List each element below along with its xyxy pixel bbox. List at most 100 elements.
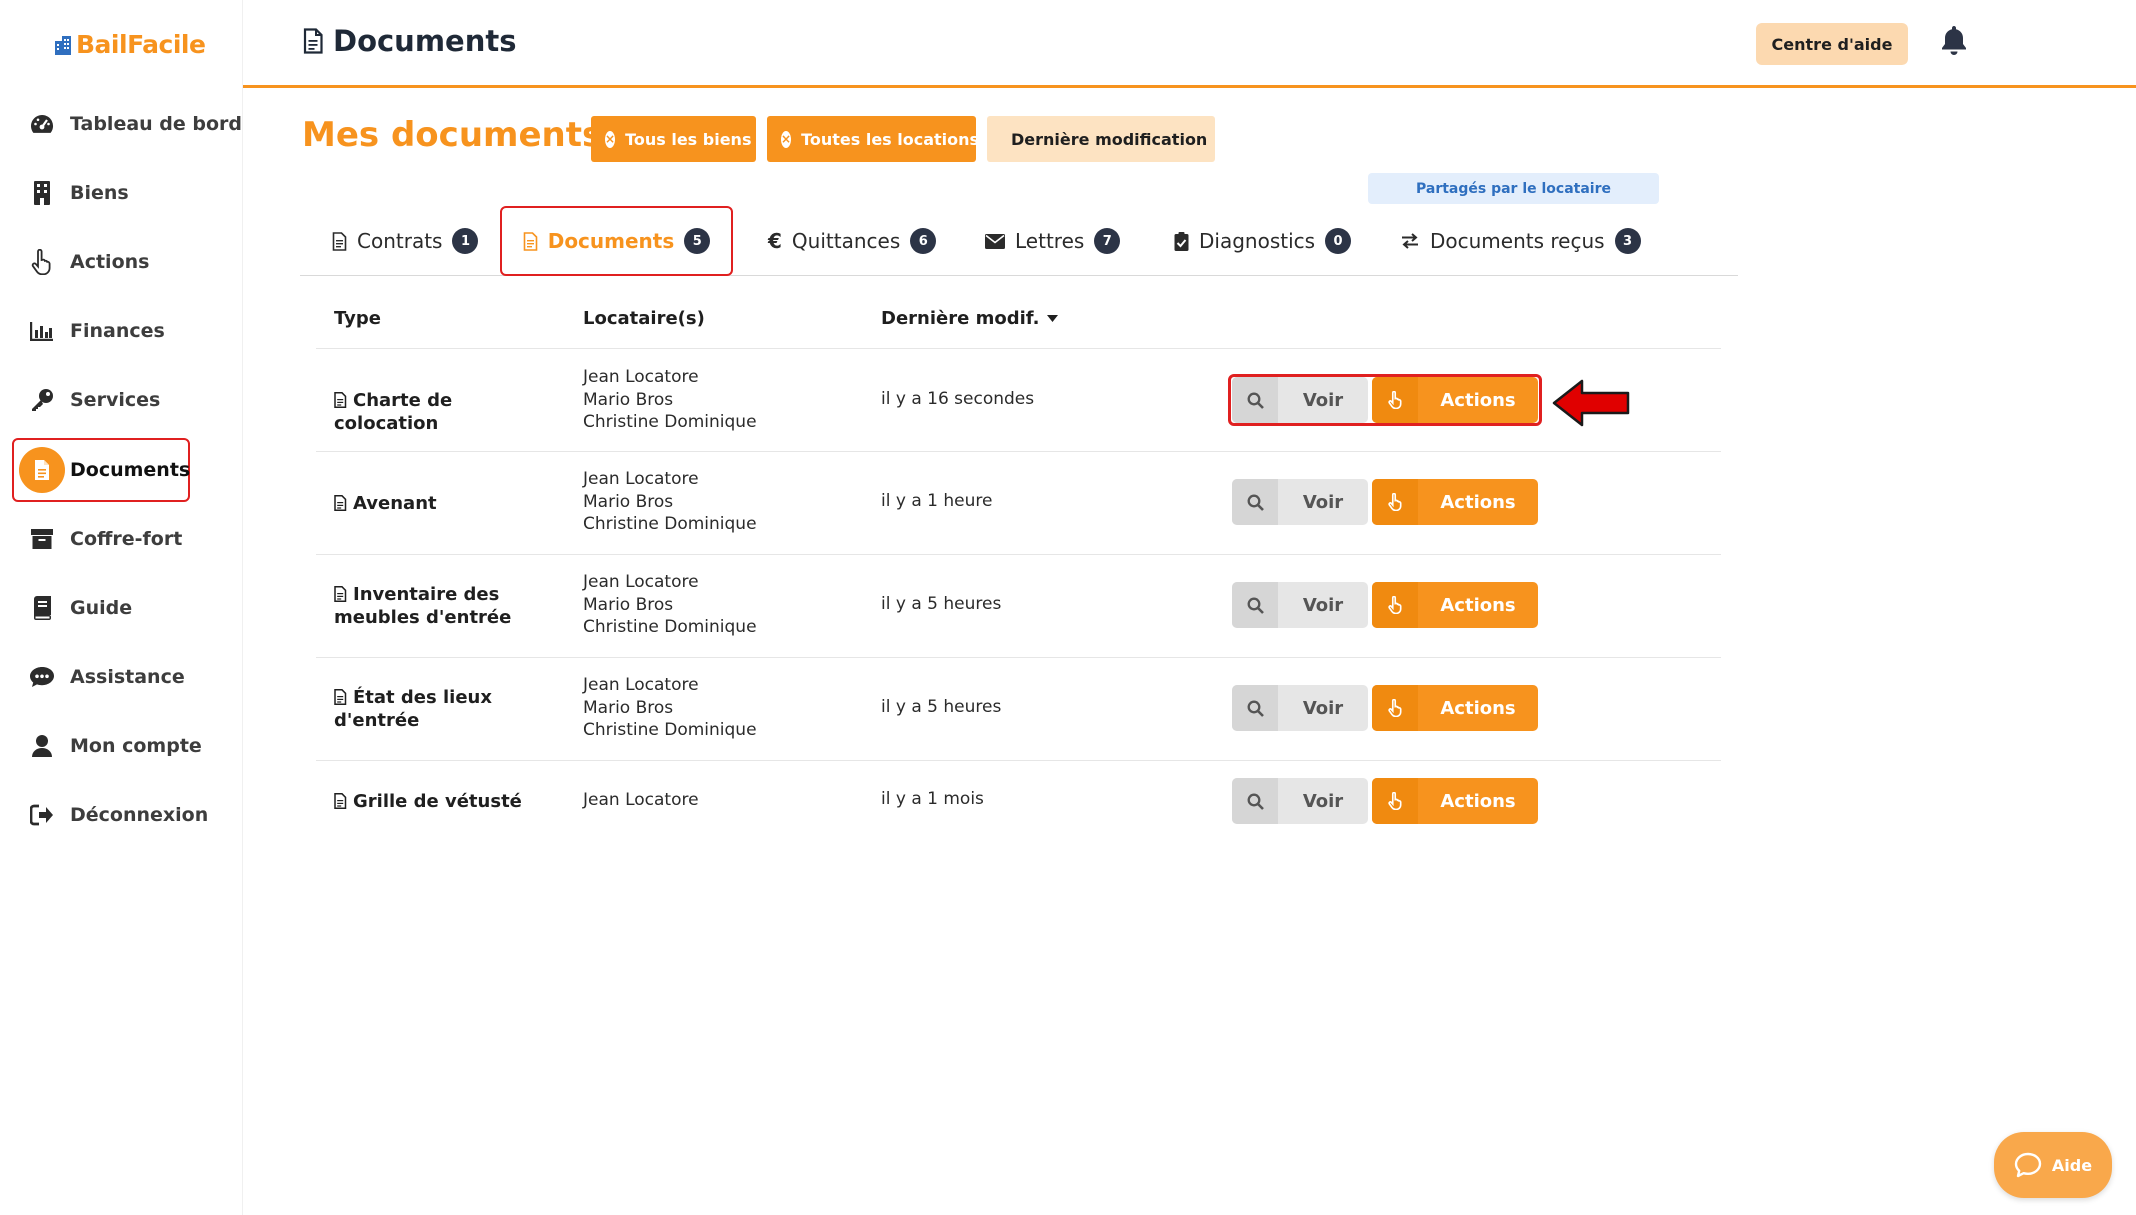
filter-label: Tous les biens [625, 129, 752, 149]
column-header-type[interactable]: Type [334, 308, 381, 329]
count-badge: 7 [1094, 228, 1121, 254]
tab-lettres[interactable]: Lettres 7 [985, 206, 1121, 276]
hand-pointer-icon [1372, 582, 1418, 628]
hand-pointer-icon [1372, 479, 1418, 525]
book-icon [14, 596, 70, 620]
key-icon [14, 388, 70, 412]
view-button[interactable]: Voir [1232, 685, 1368, 731]
tab-contrats[interactable]: Contrats 1 [332, 206, 479, 276]
sidebar-item-biens[interactable]: Biens [14, 163, 190, 223]
file-text-icon [523, 231, 538, 251]
document-type[interactable]: État des lieux d'entrée [334, 686, 549, 732]
modified-date: il y a 16 secondes [881, 389, 1035, 409]
actions-button[interactable]: Actions [1372, 685, 1538, 731]
tab-label: Contrats [357, 229, 443, 253]
table-row: État des lieux d'entrée Jean Locatore Ma… [316, 658, 1721, 761]
tab-label: Quittances [791, 229, 901, 253]
main-title: Mes documents [302, 115, 603, 155]
document-type[interactable]: Avenant [334, 492, 549, 515]
aide-floating-button[interactable]: Aide [1994, 1132, 2112, 1198]
sidebar-item-deconnexion[interactable]: Déconnexion [14, 785, 208, 845]
sidebar-item-label: Guide [70, 597, 133, 619]
column-header-modified[interactable]: Dernière modif. [881, 308, 1059, 329]
document-type-label: Inventaire des meubles d'entrée [334, 584, 512, 628]
file-icon [334, 392, 347, 408]
file-icon [334, 495, 347, 511]
filter-all-rentals-button[interactable]: × Toutes les locations [767, 116, 980, 162]
table-row: Avenant Jean Locatore Mario Bros Christi… [316, 452, 1721, 555]
file-icon [334, 689, 347, 705]
bell-icon[interactable] [1940, 24, 1968, 60]
row-actions: Voir Actions [1232, 778, 1538, 824]
table-row: Grille de vétusté Jean Locatore il y a 1… [316, 761, 1721, 843]
top-header: Documents Centre d'aide [243, 0, 2136, 88]
sidebar-item-mon-compte[interactable]: Mon compte [14, 716, 202, 776]
actions-button-label: Actions [1440, 389, 1516, 411]
search-icon [1232, 582, 1278, 628]
actions-button[interactable]: Actions [1372, 778, 1538, 824]
sidebar-item-actions[interactable]: Actions [14, 232, 190, 292]
help-center-button[interactable]: Centre d'aide [1756, 23, 1908, 65]
file-icon [332, 231, 347, 251]
actions-button[interactable]: Actions [1372, 582, 1538, 628]
document-type[interactable]: Inventaire des meubles d'entrée [334, 583, 549, 629]
logo-text: BailFacile [76, 30, 206, 59]
tenant-name: Mario Bros [583, 594, 674, 615]
shared-by-tenant-tag[interactable]: Partagés par le locataire [1368, 173, 1659, 204]
aide-label: Aide [2051, 1155, 2093, 1175]
sidebar-item-guide[interactable]: Guide [14, 578, 190, 638]
view-button[interactable]: Voir [1232, 479, 1368, 525]
tenants-list: Jean Locatore Mario Bros Christine Domin… [583, 571, 757, 639]
actions-button[interactable]: Actions [1372, 479, 1538, 525]
filter-label: Toutes les locations [801, 129, 980, 149]
red-arrow-annotation [1552, 378, 1632, 432]
tenants-list: Jean Locatore [583, 789, 699, 812]
column-header-tenants[interactable]: Locataire(s) [583, 308, 705, 329]
sidebar-item-assistance[interactable]: Assistance [14, 647, 190, 707]
table-row: Inventaire des meubles d'entrée Jean Loc… [316, 555, 1721, 658]
sidebar-item-tableau-de-bord[interactable]: Tableau de bord [14, 94, 242, 154]
tab-label: Lettres [1015, 229, 1085, 253]
document-type[interactable]: Charte de colocation [334, 389, 549, 435]
sidebar-item-coffre-fort[interactable]: Coffre-fort [14, 509, 190, 569]
tenant-name: Mario Bros [583, 491, 674, 512]
row-actions: Voir Actions [1232, 582, 1538, 628]
tenant-name: Christine Dominique [583, 412, 757, 432]
tenants-list: Jean Locatore Mario Bros Christine Domin… [583, 366, 757, 434]
column-header-label: Dernière modif. [881, 308, 1040, 329]
user-icon [14, 734, 70, 758]
row-actions: Voir Actions [1232, 685, 1538, 731]
close-circle-icon: × [605, 130, 616, 148]
building-icon [14, 181, 70, 205]
view-button-label: Voir [1302, 790, 1344, 812]
tab-documents-recus[interactable]: Documents reçus 3 [1400, 206, 1641, 276]
sidebar-item-finances[interactable]: Finances [14, 301, 190, 361]
document-type[interactable]: Grille de vétusté [334, 790, 549, 813]
document-icon [14, 447, 70, 493]
view-button[interactable]: Voir [1232, 582, 1368, 628]
search-icon [1232, 778, 1278, 824]
tab-diagnostics[interactable]: Diagnostics 0 [1174, 206, 1352, 276]
tenant-name: Jean Locatore [583, 790, 699, 810]
bar-chart-icon [14, 321, 70, 341]
modified-date: il y a 1 heure [881, 491, 993, 511]
actions-button-label: Actions [1440, 790, 1516, 812]
tab-label: Documents reçus [1430, 229, 1605, 253]
sort-last-modified-button[interactable]: Dernière modification [987, 116, 1215, 162]
sidebar-item-documents[interactable]: Documents [12, 438, 190, 502]
row-actions: Voir Actions [1232, 377, 1538, 423]
count-badge: 5 [684, 228, 711, 254]
tab-documents[interactable]: Documents 5 [500, 206, 733, 276]
filter-label: Dernière modification [1011, 129, 1208, 149]
logo[interactable]: BailFacile [54, 30, 206, 59]
sidebar-item-label: Assistance [70, 666, 185, 688]
chat-icon [14, 666, 70, 688]
filter-all-properties-button[interactable]: × Tous les biens [591, 116, 756, 162]
view-button[interactable]: Voir [1232, 377, 1368, 423]
actions-button-label: Actions [1440, 491, 1516, 513]
actions-button[interactable]: Actions [1372, 377, 1538, 423]
view-button[interactable]: Voir [1232, 778, 1368, 824]
sidebar-item-services[interactable]: Services [14, 370, 190, 430]
page-title-text: Documents [333, 24, 517, 58]
tab-quittances[interactable]: € Quittances 6 [768, 206, 937, 276]
